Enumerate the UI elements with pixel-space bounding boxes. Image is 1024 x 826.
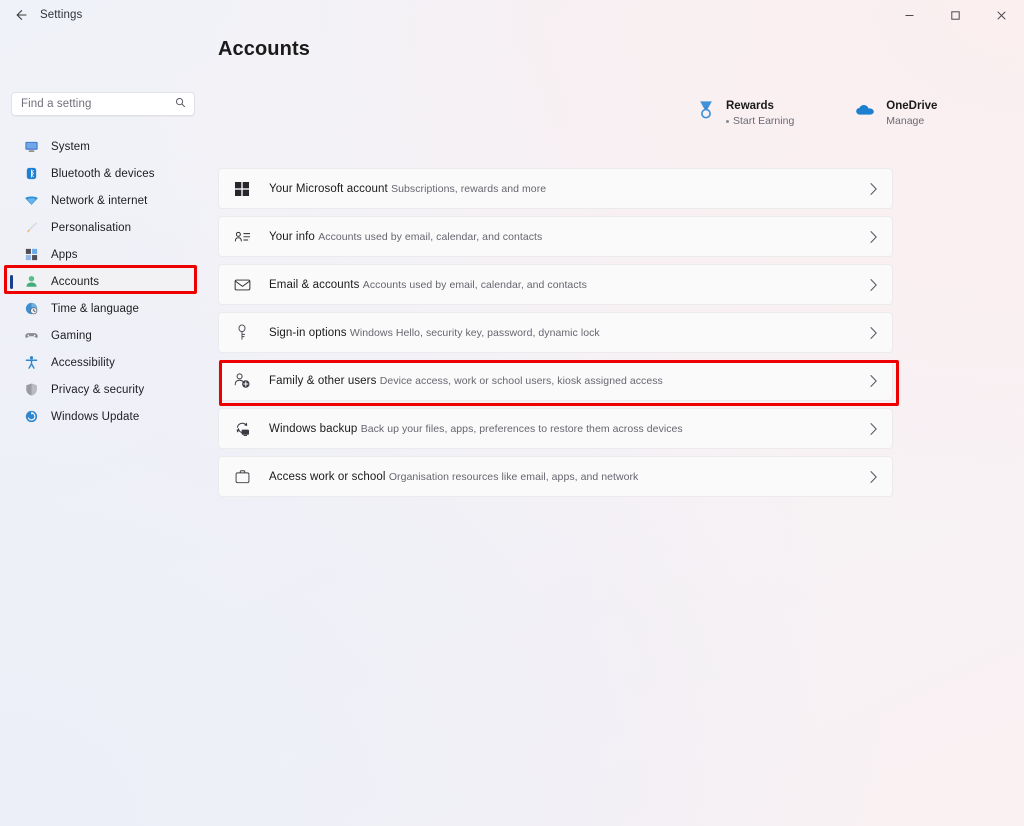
search-container: Find a setting	[0, 30, 205, 116]
row-your-info[interactable]: Your info Accounts used by email, calend…	[218, 216, 893, 257]
monitor-icon	[23, 138, 40, 155]
clock-globe-icon	[23, 300, 40, 317]
shortcut-subtitle: Manage	[886, 115, 925, 127]
maximize-button[interactable]	[932, 0, 978, 30]
sidebar-item-label: Gaming	[51, 329, 92, 342]
key-icon	[231, 324, 253, 341]
accessibility-icon	[23, 354, 40, 371]
row-email-and-accounts[interactable]: Email & accounts Accounts used by email,…	[218, 264, 893, 305]
sidebar-item-label: Windows Update	[51, 410, 140, 423]
sidebar-item-windows-update[interactable]: Windows Update	[8, 403, 197, 430]
sidebar-item-label: Bluetooth & devices	[51, 167, 155, 180]
sidebar-item-label: Accessibility	[51, 356, 115, 369]
row-title: Your info	[269, 231, 315, 243]
chevron-right-icon[interactable]	[869, 230, 878, 244]
medal-icon	[695, 98, 717, 122]
chevron-right-icon[interactable]	[869, 326, 878, 340]
row-subtitle: Accounts used by email, calendar, and co…	[318, 231, 543, 243]
sidebar-nav: System Bluetooth & devices Network & int…	[0, 133, 205, 430]
sidebar-item-privacy-security[interactable]: Privacy & security	[8, 376, 197, 403]
sidebar-item-label: System	[51, 140, 90, 153]
row-subtitle: Subscriptions, rewards and more	[391, 183, 547, 195]
selection-indicator	[10, 274, 13, 289]
contact-card-icon	[231, 229, 253, 245]
backup-sync-icon	[231, 420, 253, 437]
window-title: Settings	[40, 9, 83, 21]
briefcase-icon	[231, 469, 253, 485]
back-arrow-icon[interactable]	[6, 2, 36, 28]
person-add-icon	[231, 372, 253, 389]
row-title: Email & accounts	[269, 279, 360, 291]
windows-logo-icon	[231, 181, 253, 197]
shortcut-title: Rewards	[726, 100, 774, 112]
row-title: Windows backup	[269, 423, 358, 435]
row-title: Sign-in options	[269, 327, 347, 339]
row-subtitle: Back up your files, apps, preferences to…	[360, 423, 683, 435]
row-title: Family & other users	[269, 375, 377, 387]
sidebar: Find a setting System Bluetooth & device…	[0, 30, 205, 826]
shortcut-subtitle: Start Earning	[733, 115, 795, 127]
sidebar-item-gaming[interactable]: Gaming	[8, 322, 197, 349]
row-subtitle: Windows Hello, security key, password, d…	[349, 327, 600, 339]
shield-icon	[23, 381, 40, 398]
page-title: Accounts	[218, 38, 310, 60]
sidebar-item-label: Network & internet	[51, 194, 148, 207]
envelope-icon	[231, 278, 253, 292]
sidebar-item-label: Accounts	[51, 275, 100, 288]
status-dot-icon	[726, 119, 729, 123]
sidebar-item-accounts[interactable]: Accounts	[8, 268, 197, 295]
apps-grid-icon	[23, 246, 40, 263]
row-subtitle: Accounts used by email, calendar, and co…	[362, 279, 587, 291]
chevron-right-icon[interactable]	[869, 422, 878, 436]
sidebar-item-label: Privacy & security	[51, 383, 145, 396]
row-windows-backup[interactable]: Windows backup Back up your files, apps,…	[218, 408, 893, 449]
window-controls	[886, 0, 1024, 30]
gamepad-icon	[23, 327, 40, 344]
minimize-button[interactable]	[886, 0, 932, 30]
sidebar-item-time-language[interactable]: Time & language	[8, 295, 197, 322]
paintbrush-icon	[23, 219, 40, 236]
sidebar-item-label: Personalisation	[51, 221, 132, 234]
chevron-right-icon[interactable]	[869, 182, 878, 196]
sidebar-item-network-internet[interactable]: Network & internet	[8, 187, 197, 214]
chevron-right-icon[interactable]	[869, 470, 878, 484]
search-placeholder: Find a setting	[21, 98, 92, 110]
row-title: Access work or school	[269, 471, 386, 483]
row-title: Your Microsoft account	[269, 183, 388, 195]
bluetooth-icon	[23, 165, 40, 182]
row-subtitle: Device access, work or school users, kio…	[379, 375, 663, 387]
search-input[interactable]: Find a setting	[11, 92, 195, 116]
cloud-icon	[855, 98, 877, 122]
sidebar-item-accessibility[interactable]: Accessibility	[8, 349, 197, 376]
update-icon	[23, 408, 40, 425]
shortcut-title: OneDrive	[886, 100, 938, 112]
wifi-icon	[23, 192, 40, 209]
close-button[interactable]	[978, 0, 1024, 30]
settings-list: Your Microsoft account Subscriptions, re…	[218, 168, 893, 504]
chevron-right-icon[interactable]	[869, 278, 878, 292]
sidebar-item-system[interactable]: System	[8, 133, 197, 160]
row-subtitle: Organisation resources like email, apps,…	[388, 471, 639, 483]
shortcut-onedrive[interactable]: OneDrive Manage	[855, 98, 937, 128]
sidebar-item-label: Apps	[51, 248, 78, 261]
shortcut-rewards[interactable]: Rewards Start Earning	[695, 98, 794, 128]
main-content: Accounts Rewards Start Earning OneDrive …	[205, 30, 1024, 826]
sidebar-item-personalisation[interactable]: Personalisation	[8, 214, 197, 241]
row-access-work-or-school[interactable]: Access work or school Organisation resou…	[218, 456, 893, 497]
person-icon	[23, 273, 40, 290]
sidebar-item-label: Time & language	[51, 302, 140, 315]
title-bar: Settings	[0, 0, 1024, 30]
search-icon[interactable]	[175, 97, 186, 111]
account-shortcuts: Rewards Start Earning OneDrive Manage	[695, 98, 937, 128]
sidebar-item-bluetooth-devices[interactable]: Bluetooth & devices	[8, 160, 197, 187]
row-sign-in-options[interactable]: Sign-in options Windows Hello, security …	[218, 312, 893, 353]
row-family-and-other-users[interactable]: Family & other users Device access, work…	[218, 360, 893, 401]
chevron-right-icon[interactable]	[869, 374, 878, 388]
row-your-microsoft-account[interactable]: Your Microsoft account Subscriptions, re…	[218, 168, 893, 209]
shortcut-subtitle-row: Manage	[886, 114, 937, 128]
shortcut-subtitle-row: Start Earning	[726, 114, 794, 128]
sidebar-item-apps[interactable]: Apps	[8, 241, 197, 268]
